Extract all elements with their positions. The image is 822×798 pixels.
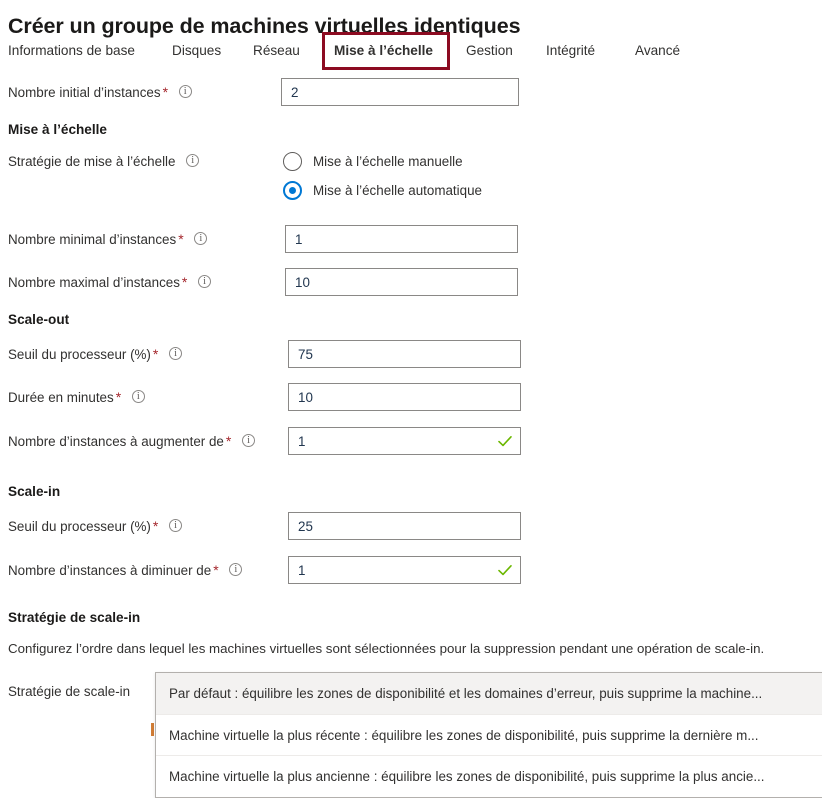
dropdown-option-oldest-vm[interactable]: Machine virtuelle la plus ancienne : équ… (156, 755, 822, 796)
min-instances-row: Nombre minimal d’instances * (0, 225, 822, 253)
initial-instance-count-label: Nombre initial d’instances * (8, 78, 192, 106)
info-icon[interactable] (169, 346, 183, 361)
info-icon[interactable] (229, 562, 243, 577)
radio-manual-scaling-label: Mise à l’échelle manuelle (313, 154, 463, 169)
tab-informations-de-base[interactable]: Informations de base (8, 38, 135, 64)
scale-out-cpu-threshold-row: Seuil du processeur (%) * (0, 340, 822, 368)
scale-in-cpu-threshold-label-text: Seuil du processeur (%) (8, 519, 151, 534)
scaling-section-heading: Mise à l’échelle (8, 122, 107, 137)
scale-in-policy-field-label: Stratégie de scale-in (8, 684, 131, 699)
scaling-policy-row: Stratégie de mise à l’échelle Mise à l’é… (0, 148, 822, 200)
scale-in-policy-dropdown-list[interactable]: Par défaut : équilibre les zones de disp… (155, 672, 822, 798)
scale-out-cpu-threshold-input[interactable] (288, 340, 521, 368)
max-instances-label-text: Nombre maximal d’instances (8, 275, 180, 290)
required-asterisk: * (152, 346, 159, 362)
scaling-policy-label: Stratégie de mise à l’échelle (8, 148, 200, 176)
info-icon[interactable] (198, 274, 212, 289)
scale-in-cpu-threshold-row: Seuil du processeur (%) * (0, 512, 822, 540)
scale-in-policy-heading: Stratégie de scale-in (8, 610, 141, 625)
radio-automatic-scaling-label: Mise à l’échelle automatique (313, 183, 482, 198)
scale-out-duration-row: Durée en minutes * (0, 383, 822, 411)
scale-out-heading: Scale-out (8, 312, 70, 327)
scale-in-policy-description: Configurez l’ordre dans lequel les machi… (8, 641, 765, 656)
scale-in-decrease-count-label-text: Nombre d’instances à diminuer de (8, 563, 212, 578)
scale-out-increase-count-input[interactable] (288, 427, 521, 455)
min-instances-label: Nombre minimal d’instances * (8, 225, 208, 253)
info-icon[interactable] (242, 433, 256, 448)
min-instances-input[interactable] (285, 225, 518, 253)
page-title: Créer un groupe de machines virtuelles i… (8, 14, 521, 39)
initial-instance-count-input[interactable] (281, 78, 519, 106)
required-asterisk: * (178, 231, 184, 247)
required-asterisk: * (152, 518, 159, 534)
scale-in-heading: Scale-in (8, 484, 61, 499)
required-asterisk: * (213, 562, 219, 578)
required-asterisk: * (225, 433, 232, 449)
scale-in-cpu-threshold-input[interactable] (288, 512, 521, 540)
tab-integrite[interactable]: Intégrité (546, 38, 595, 64)
info-icon[interactable] (178, 84, 192, 99)
dropdown-option-newest-vm[interactable]: Machine virtuelle la plus récente : équi… (156, 714, 822, 755)
max-instances-input[interactable] (285, 268, 518, 296)
scale-out-cpu-threshold-label: Seuil du processeur (%) * (8, 340, 183, 368)
required-asterisk: * (181, 274, 188, 290)
tab-disques[interactable]: Disques (172, 38, 221, 64)
scale-in-cpu-threshold-label: Seuil du processeur (%) * (8, 512, 183, 540)
scale-in-decrease-count-row: Nombre d’instances à diminuer de * (0, 556, 822, 584)
validation-marker (151, 723, 154, 736)
max-instances-row: Nombre maximal d’instances * (0, 268, 822, 296)
tab-reseau[interactable]: Réseau (253, 38, 300, 64)
scale-out-duration-input[interactable] (288, 383, 521, 411)
min-instances-label-text: Nombre minimal d’instances (8, 232, 177, 247)
tab-mise-a-l-echelle[interactable]: Mise à l’échelle (334, 38, 433, 64)
required-asterisk: * (162, 84, 169, 100)
wizard-tab-strip: Informations de base Disques Réseau Mise… (0, 38, 822, 70)
dropdown-option-default[interactable]: Par défaut : équilibre les zones de disp… (156, 673, 822, 714)
info-icon[interactable] (186, 153, 200, 168)
tab-avance[interactable]: Avancé (635, 38, 680, 64)
radio-mark-icon (283, 152, 302, 171)
scale-in-decrease-count-label: Nombre d’instances à diminuer de * (8, 556, 243, 584)
max-instances-label: Nombre maximal d’instances * (8, 268, 212, 296)
scale-in-decrease-count-input[interactable] (288, 556, 521, 584)
initial-instance-count-label-text: Nombre initial d’instances (8, 85, 161, 100)
scale-out-duration-label: Durée en minutes * (8, 383, 145, 411)
info-icon[interactable] (131, 389, 145, 404)
scale-out-cpu-threshold-label-text: Seuil du processeur (%) (8, 347, 151, 362)
scaling-policy-label-text: Stratégie de mise à l’échelle (8, 154, 176, 169)
info-icon[interactable] (169, 518, 183, 533)
scale-out-increase-count-row: Nombre d’instances à augmenter de * (0, 427, 822, 455)
scale-out-duration-label-text: Durée en minutes (8, 390, 114, 405)
required-asterisk: * (115, 389, 122, 405)
info-icon[interactable] (194, 231, 208, 246)
initial-instance-count-row: Nombre initial d’instances * (0, 78, 822, 106)
tab-gestion[interactable]: Gestion (466, 38, 513, 64)
scale-out-increase-count-label-text: Nombre d’instances à augmenter de (8, 434, 224, 449)
scale-out-increase-count-label: Nombre d’instances à augmenter de * (8, 427, 256, 455)
radio-mark-selected-icon (283, 181, 302, 200)
